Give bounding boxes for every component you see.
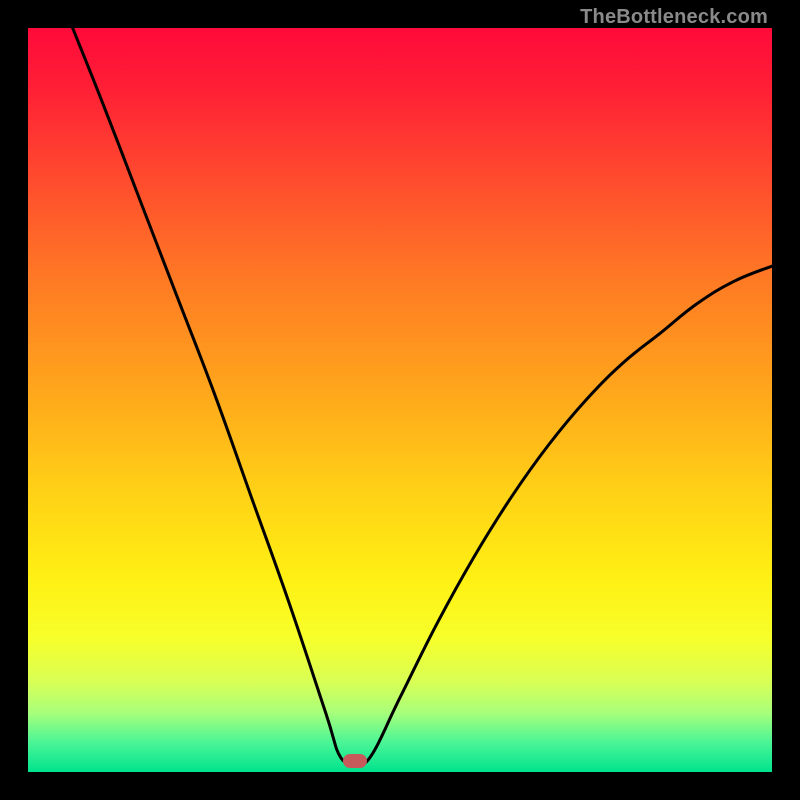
- chart-frame: TheBottleneck.com: [0, 0, 800, 800]
- plot-area: [28, 28, 772, 772]
- curve-path: [73, 28, 772, 764]
- watermark-text: TheBottleneck.com: [580, 6, 768, 29]
- optimum-marker: [343, 754, 367, 768]
- bottleneck-curve: [28, 28, 772, 772]
